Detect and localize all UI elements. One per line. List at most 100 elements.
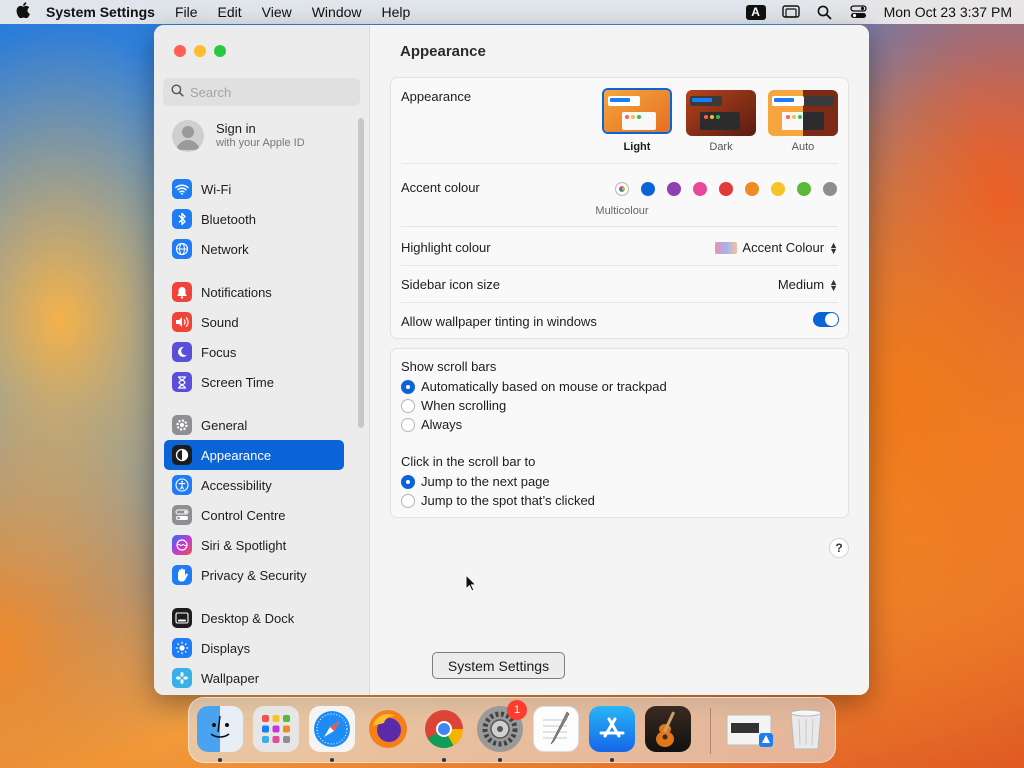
- search-field[interactable]: [163, 78, 360, 106]
- dock-icon: [172, 608, 192, 628]
- menu-clock[interactable]: Mon Oct 23 3:37 PM: [884, 4, 1012, 20]
- click-option-next-page-label[interactable]: Jump to the next page: [421, 474, 550, 489]
- sidebar-item-network[interactable]: Network: [164, 234, 344, 264]
- minimize-window-button[interactable]: [194, 45, 206, 57]
- accent-swatch-red[interactable]: [719, 182, 733, 196]
- menu-view[interactable]: View: [262, 4, 292, 20]
- window-controls: [174, 45, 226, 57]
- menu-file[interactable]: File: [175, 4, 198, 20]
- apple-menu-icon[interactable]: [12, 2, 34, 22]
- dock-downloads-stack-icon[interactable]: [725, 706, 775, 752]
- apple-id-signin[interactable]: Sign in with your Apple ID: [172, 120, 305, 152]
- sidebar-item-label: Appearance: [201, 447, 272, 463]
- dock-textedit-icon[interactable]: [533, 706, 579, 752]
- sidebar-item-label: Network: [201, 241, 249, 257]
- sidebar-item-appearance[interactable]: Appearance: [164, 440, 344, 470]
- sidebar-item-label: Desktop & Dock: [201, 610, 295, 626]
- dock-finder-icon[interactable]: [197, 706, 243, 752]
- globe-icon: [172, 239, 192, 259]
- sidebar-item-siri-spotlight[interactable]: Siri & Spotlight: [164, 530, 344, 560]
- scroll-option-when-scrolling-label[interactable]: When scrolling: [421, 398, 506, 413]
- sidebar-item-notifications[interactable]: Notifications: [164, 277, 344, 307]
- input-source-icon[interactable]: A: [745, 4, 766, 20]
- divider: [401, 302, 838, 303]
- chevron-updown-icon: ▲ ▼: [829, 239, 838, 256]
- control-centre-icon[interactable]: [850, 4, 868, 20]
- sidebar-icon-size-value: Medium: [777, 277, 825, 292]
- dock-system-settings-icon[interactable]: 1: [477, 700, 527, 752]
- menu-window[interactable]: Window: [312, 4, 362, 20]
- sidebar-item-label: Privacy & Security: [201, 567, 307, 583]
- dock-trash-icon[interactable]: [783, 706, 829, 752]
- menu-help[interactable]: Help: [382, 4, 411, 20]
- scroll-bars-group: Show scroll bars Automatically based on …: [390, 348, 849, 518]
- dock-safari-icon[interactable]: [309, 706, 355, 752]
- menu-bar: System Settings File Edit View Window He…: [0, 0, 1024, 24]
- sidebar-item-label: Bluetooth: [201, 211, 256, 227]
- sidebar-item-screen-time[interactable]: Screen Time: [164, 367, 344, 397]
- sidebar-item-privacy-security[interactable]: Privacy & Security: [164, 560, 344, 590]
- help-button[interactable]: ?: [829, 538, 849, 558]
- dock-running-indicator: [442, 758, 446, 762]
- hand-icon: [172, 565, 192, 585]
- sidebar-item-general[interactable]: General: [164, 410, 344, 440]
- accent-swatch-blue[interactable]: [641, 182, 655, 196]
- wallpaper-tinting-label: Allow wallpaper tinting in windows: [401, 314, 597, 329]
- sidebar-item-label: Wallpaper: [201, 670, 260, 686]
- close-window-button[interactable]: [174, 45, 186, 57]
- click-option-spot-clicked-label[interactable]: Jump to the spot that’s clicked: [421, 493, 595, 508]
- sidebar-item-control-centre[interactable]: Control Centre: [164, 500, 344, 530]
- siri-icon: [172, 535, 192, 555]
- sidebar-item-sound[interactable]: Sound: [164, 307, 344, 337]
- click-option-next-page-radio[interactable]: [401, 475, 415, 489]
- menu-app-name[interactable]: System Settings: [46, 4, 155, 20]
- show-scroll-bars-label: Show scroll bars: [401, 359, 497, 374]
- wallpaper-tinting-toggle[interactable]: [813, 312, 839, 327]
- highlight-colour-popup[interactable]: Accent Colour ▲ ▼: [715, 240, 838, 255]
- scroll-option-when-scrolling-radio[interactable]: [401, 399, 415, 413]
- sidebar-item-bluetooth[interactable]: Bluetooth: [164, 204, 344, 234]
- accent-swatch-pink[interactable]: [693, 182, 707, 196]
- accent-swatch-orange[interactable]: [745, 182, 759, 196]
- sidebar-item-accessibility[interactable]: Accessibility: [164, 470, 344, 500]
- sidebar-item-label: Notifications: [201, 284, 272, 300]
- scroll-option-always-label[interactable]: Always: [421, 417, 462, 432]
- toggles-icon: [172, 505, 192, 525]
- dock: 1: [188, 697, 836, 763]
- scroll-option-always-radio[interactable]: [401, 418, 415, 432]
- menu-edit[interactable]: Edit: [218, 4, 242, 20]
- dock-settings-badge: 1: [507, 700, 527, 720]
- accent-swatch-purple[interactable]: [667, 182, 681, 196]
- accent-swatch-multicolour[interactable]: [615, 182, 629, 196]
- sidebar-item-wallpaper[interactable]: Wallpaper: [164, 663, 344, 693]
- dock-chrome-icon[interactable]: [421, 706, 467, 752]
- zoom-window-button[interactable]: [214, 45, 226, 57]
- screen-mirroring-icon[interactable]: [781, 4, 800, 20]
- scroll-option-automatic-radio[interactable]: [401, 380, 415, 394]
- sidebar-item-displays[interactable]: Displays: [164, 633, 344, 663]
- search-input[interactable]: [190, 84, 350, 100]
- dock-garageband-icon[interactable]: [645, 706, 691, 752]
- dock-firefox-icon[interactable]: [365, 706, 411, 752]
- accent-selected-label: Multicolour: [595, 205, 649, 217]
- scroll-option-automatic-label[interactable]: Automatically based on mouse or trackpad: [421, 379, 667, 394]
- dock-launchpad-icon[interactable]: [253, 706, 299, 752]
- sidebar-item-wifi[interactable]: Wi-Fi: [164, 174, 344, 204]
- accent-swatch-yellow[interactable]: [771, 182, 785, 196]
- sidebar-item-label: Focus: [201, 344, 237, 360]
- sidebar-scrollbar[interactable]: [358, 118, 364, 428]
- sidebar-item-focus[interactable]: Focus: [164, 337, 344, 367]
- sidebar-item-label: Screen Time: [201, 374, 274, 390]
- accent-swatch-graphite[interactable]: [823, 182, 837, 196]
- dock-app-store-icon[interactable]: [589, 706, 635, 752]
- wifi-icon: [172, 179, 192, 199]
- accent-swatch-green[interactable]: [797, 182, 811, 196]
- avatar: [172, 120, 204, 152]
- sidebar-icon-size-label: Sidebar icon size: [401, 277, 500, 292]
- sidebar-item-desktop-dock[interactable]: Desktop & Dock: [164, 603, 344, 633]
- spotlight-search-icon[interactable]: [816, 4, 834, 20]
- sidebar-icon-size-popup[interactable]: Medium ▲ ▼: [778, 277, 838, 292]
- highlight-colour-value: Accent Colour: [742, 240, 825, 255]
- click-option-spot-clicked-radio[interactable]: [401, 494, 415, 508]
- signin-title: Sign in: [216, 121, 256, 136]
